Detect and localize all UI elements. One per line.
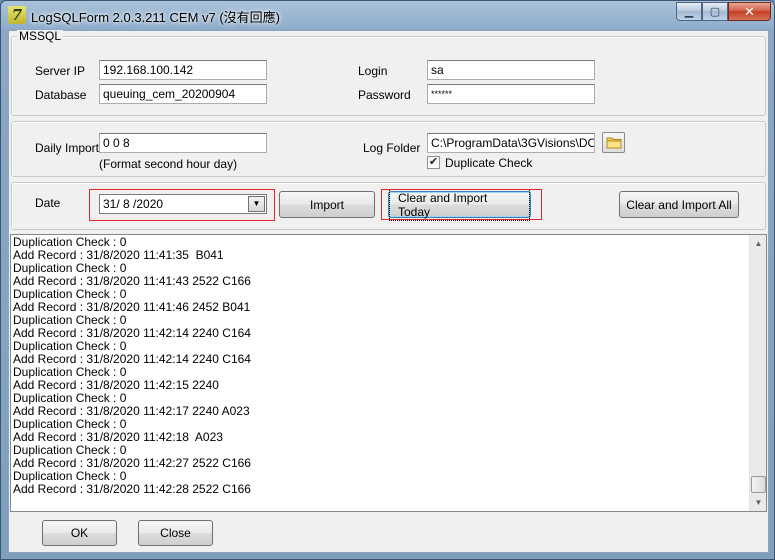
daily-import-input[interactable]: 0 0 8: [99, 133, 267, 153]
server-ip-label: Server IP: [35, 64, 86, 78]
log-scrollbar[interactable]: ▲ ▼: [749, 235, 766, 511]
minimize-button[interactable]: ▁: [676, 2, 702, 21]
database-label: Database: [35, 88, 87, 102]
scroll-up-icon[interactable]: ▲: [750, 235, 766, 252]
clear-today-highlight-box: [381, 189, 542, 220]
log-lines: Duplication Check : 0 Add Record : 31/8/2…: [13, 236, 748, 496]
form-client-area: MSSQL Server IP 192.168.100.142 Database…: [8, 30, 769, 553]
close-button[interactable]: Close: [138, 520, 213, 546]
log-folder-label: Log Folder: [363, 141, 421, 155]
daily-import-label: Daily Import: [35, 141, 100, 155]
mssql-group-legend: MSSQL: [17, 29, 64, 43]
title-bar[interactable]: 7 LogSQLForm 2.0.3.211 CEM v7 (沒有回應) ▁ ▢…: [1, 1, 774, 29]
maximize-button[interactable]: ▢: [702, 2, 728, 21]
clear-import-all-label: Clear and Import All: [626, 197, 732, 212]
log-folder-input[interactable]: C:\ProgramData\3GVisions\DCSS: [427, 133, 595, 153]
import-settings-group: Daily Import 0 0 8 (Format second hour d…: [11, 121, 766, 177]
import-button-label: Import: [309, 197, 344, 212]
scroll-down-icon[interactable]: ▼: [750, 494, 766, 511]
close-button-label: Close: [160, 526, 191, 540]
close-window-button[interactable]: ✕: [728, 2, 771, 21]
date-highlight-box: [89, 189, 275, 221]
log-line: Add Record : 31/8/2020 11:42:28 2522 C16…: [13, 482, 251, 496]
server-ip-input[interactable]: 192.168.100.142: [99, 60, 267, 80]
main-window: 7 LogSQLForm 2.0.3.211 CEM v7 (沒有回應) ▁ ▢…: [0, 0, 775, 560]
browse-folder-button[interactable]: [602, 132, 625, 153]
ok-button[interactable]: OK: [42, 520, 117, 546]
mssql-group: MSSQL Server IP 192.168.100.142 Database…: [11, 30, 766, 116]
database-input[interactable]: queuing_cem_20200904: [99, 84, 267, 104]
window-title: LogSQLForm 2.0.3.211 CEM v7 (沒有回應): [31, 10, 281, 25]
format-hint: (Format second hour day): [99, 157, 238, 171]
clear-import-all-button[interactable]: Clear and Import All: [619, 191, 739, 218]
ok-button-label: OK: [70, 526, 89, 540]
scroll-thumb[interactable]: [751, 476, 766, 493]
date-label: Date: [35, 196, 61, 210]
password-label: Password: [358, 88, 411, 102]
password-input[interactable]: ******: [427, 84, 595, 104]
import-button[interactable]: Import: [279, 191, 375, 218]
app-icon: 7: [8, 6, 26, 24]
folder-icon: [606, 137, 621, 149]
duplicate-check-checkbox[interactable]: ✔: [427, 156, 440, 169]
login-label: Login: [358, 64, 388, 78]
log-output[interactable]: Duplication Check : 0 Add Record : 31/8/2…: [10, 234, 767, 512]
duplicate-check-label: Duplicate Check: [445, 156, 533, 170]
login-input[interactable]: sa: [427, 60, 595, 80]
